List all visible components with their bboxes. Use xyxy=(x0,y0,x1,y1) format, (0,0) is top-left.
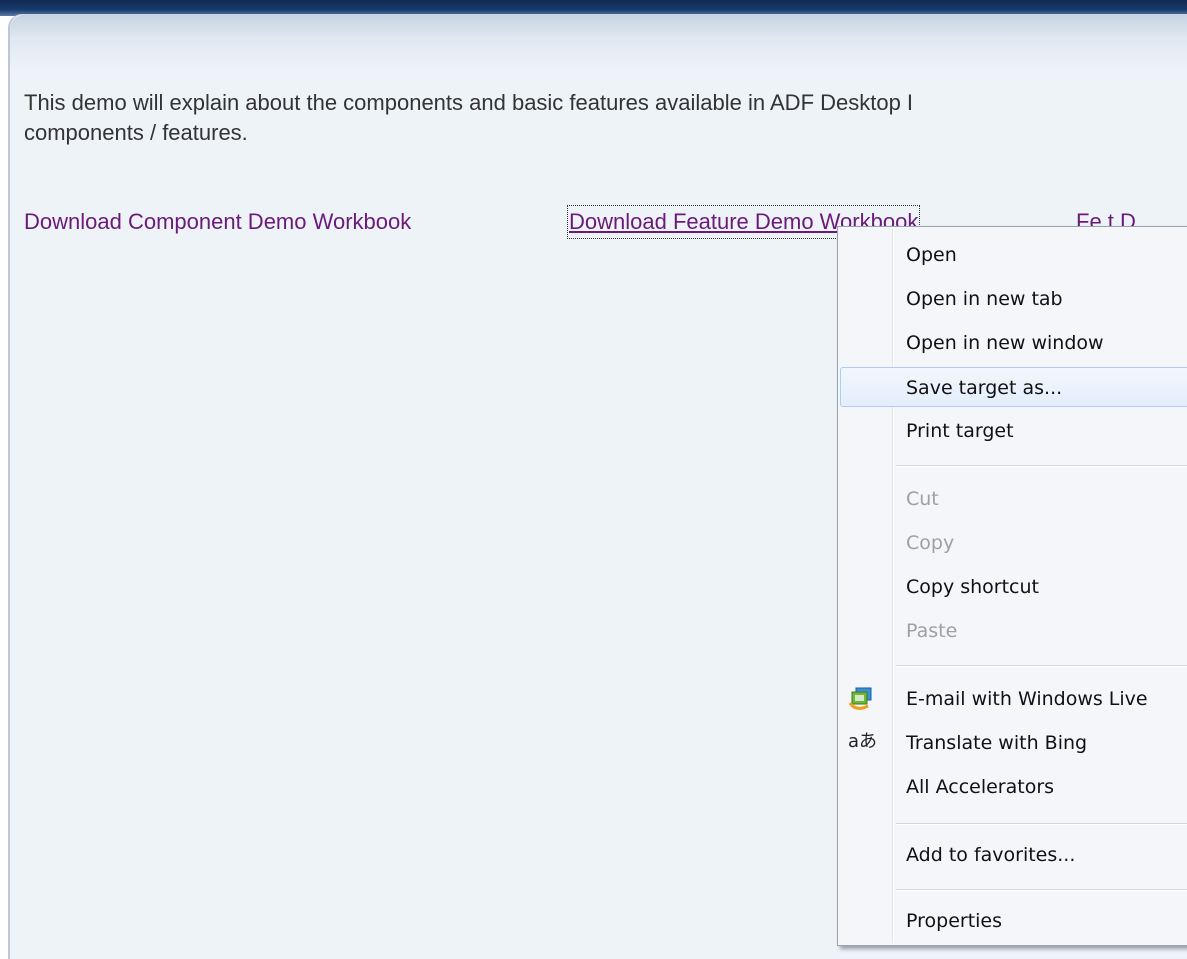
menu-item-save-target-as[interactable]: Save target as... xyxy=(840,367,1187,407)
download-component-demo-link[interactable]: Download Component Demo Workbook xyxy=(24,207,411,237)
menu-item-label: Open xyxy=(906,244,957,266)
menu-item-label: Print target xyxy=(906,420,1014,442)
menu-item-translate-bing[interactable]: aあ Translate with Bing xyxy=(840,723,1187,763)
menu-item-properties[interactable]: Properties xyxy=(840,901,1187,941)
menu-separator xyxy=(896,465,1187,467)
menu-separator xyxy=(896,823,1187,825)
menu-item-label: All Accelerators xyxy=(906,776,1055,798)
menu-item-copy-shortcut[interactable]: Copy shortcut xyxy=(840,567,1187,607)
context-menu: Open Open in new tab Open in new window … xyxy=(837,226,1187,946)
menu-item-label: Open in new window xyxy=(906,332,1104,354)
panel-header-band xyxy=(10,15,1187,71)
menu-item-copy[interactable]: Copy xyxy=(840,523,1187,563)
menu-item-label: Open in new tab xyxy=(906,288,1063,310)
menu-item-label: Properties xyxy=(906,910,1003,932)
menu-item-label: E-mail with Windows Live xyxy=(906,688,1148,710)
menu-item-add-to-favorites[interactable]: Add to favorites... xyxy=(840,835,1187,875)
menu-item-paste[interactable]: Paste xyxy=(840,611,1187,651)
menu-item-open-new-tab[interactable]: Open in new tab xyxy=(840,279,1187,319)
windows-live-mail-icon xyxy=(848,686,874,712)
translate-icon: aあ xyxy=(848,731,878,752)
menu-item-open[interactable]: Open xyxy=(840,235,1187,275)
menu-item-open-new-window[interactable]: Open in new window xyxy=(840,323,1187,363)
menu-item-label: Paste xyxy=(906,620,958,642)
menu-separator xyxy=(896,889,1187,891)
demo-description: This demo will explain about the compone… xyxy=(24,90,914,145)
menu-item-label: Copy shortcut xyxy=(906,576,1039,598)
menu-item-all-accelerators[interactable]: All Accelerators xyxy=(840,767,1187,807)
menu-item-label: Add to favorites... xyxy=(906,844,1076,866)
menu-item-label: Copy xyxy=(906,532,955,554)
menu-separator xyxy=(896,665,1187,667)
menu-item-label: Cut xyxy=(906,488,939,510)
menu-item-label: Save target as... xyxy=(906,377,1063,399)
menu-item-email-windows-live[interactable]: E-mail with Windows Live xyxy=(840,679,1187,719)
menu-item-cut[interactable]: Cut xyxy=(840,479,1187,519)
menu-item-print-target[interactable]: Print target xyxy=(840,411,1187,451)
menu-item-label: Translate with Bing xyxy=(906,732,1088,754)
